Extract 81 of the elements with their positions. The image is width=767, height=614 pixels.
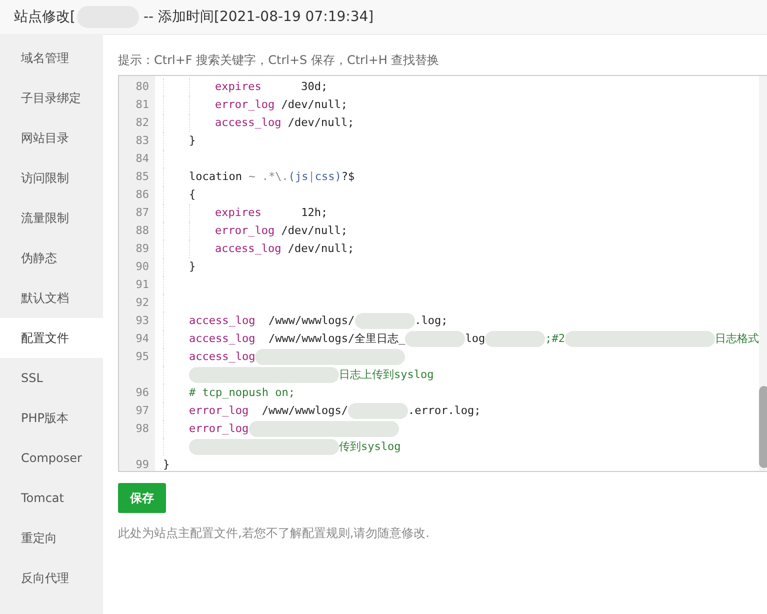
- code-editor[interactable]: [118, 75, 767, 472]
- line-number: 80: [136, 80, 149, 93]
- code-token: expires: [215, 205, 262, 221]
- code-token: expires: [215, 79, 262, 95]
- code-text: /dev/null;: [286, 115, 354, 131]
- line-number: 93: [136, 314, 149, 327]
- line-number: 92: [136, 296, 149, 309]
- code-token: error_log: [189, 403, 249, 419]
- code-text: }: [163, 457, 170, 471]
- code-token: access_log: [189, 313, 256, 329]
- window-title: 站点修改[: [14, 8, 76, 26]
- code-token: (js: [288, 169, 308, 185]
- code-token: error_log: [215, 223, 275, 239]
- code-text: 30d;: [300, 79, 328, 95]
- code-comment: # tcp_nopush on;: [189, 385, 295, 401]
- sidebar-item[interactable]: 访问限制: [0, 158, 103, 198]
- line-number: 95: [136, 350, 149, 363]
- code-token: error_log: [215, 97, 275, 113]
- sidebar-item[interactable]: 子目录绑定: [0, 78, 103, 118]
- code-text: /dev/null;: [280, 223, 348, 239]
- code-text: /www/wwwlogs/全里日志_: [267, 331, 406, 347]
- sidebar-item[interactable]: 网站目录: [0, 118, 103, 158]
- code-token: error_log: [189, 421, 249, 437]
- code-token: access_log: [189, 349, 256, 365]
- sidebar-item[interactable]: 伪静态: [0, 238, 103, 278]
- code-comment: 日志格式: [714, 331, 759, 347]
- code-text: log: [465, 331, 486, 347]
- line-number: 87: [136, 206, 149, 219]
- line-number: 94: [136, 332, 149, 345]
- line-number: 97: [136, 404, 149, 417]
- sidebar-item[interactable]: PHP版本: [0, 398, 103, 438]
- sidebar-item[interactable]: 域名管理: [0, 38, 103, 78]
- code-text: .log;: [414, 313, 448, 329]
- sidebar-item[interactable]: 配置文件: [0, 318, 103, 358]
- sidebar-item[interactable]: 默认文档: [0, 278, 103, 318]
- line-number: 91: [136, 278, 149, 291]
- code-token: access_log: [189, 331, 256, 347]
- redaction-blur: [354, 313, 415, 329]
- line-number: 83: [136, 134, 149, 147]
- sidebar-item[interactable]: SSL: [0, 358, 103, 398]
- code-token: |: [308, 169, 315, 185]
- sidebar-item[interactable]: Tomcat: [0, 478, 103, 518]
- line-number: 84: [136, 152, 149, 165]
- code-text: /www/wwwlogs/: [260, 403, 348, 419]
- code-text: /dev/null;: [286, 241, 354, 257]
- sidebar-item[interactable]: Composer: [0, 438, 103, 478]
- line-number: 88: [136, 224, 149, 237]
- redaction-blur: [485, 331, 546, 347]
- redaction-blur: [348, 403, 408, 419]
- note-text: 此处为站点主配置文件,若您不了解配置规则,请勿随意修改.: [118, 525, 430, 542]
- code-text: ?$: [341, 169, 355, 185]
- redaction-blur: [405, 331, 466, 347]
- line-number: 82: [136, 116, 149, 129]
- line-number: 99: [136, 458, 149, 471]
- window-title: -- 添加时间[2021-08-19 07:19:34]: [143, 8, 374, 26]
- code-text: }: [189, 133, 196, 149]
- code-text: /dev/null;: [280, 97, 348, 113]
- code-comment: 传到syslog: [339, 439, 401, 455]
- line-number: 85: [136, 170, 149, 183]
- line-number: 81: [136, 98, 149, 111]
- code-comment: ;#2: [545, 331, 565, 347]
- sidebar-item[interactable]: 流量限制: [0, 198, 103, 238]
- line-number: 90: [136, 260, 149, 273]
- code-comment: 日志上传到syslog: [339, 367, 434, 383]
- code-token: ~ .*\.: [248, 169, 288, 185]
- sidebar-item[interactable]: 重定向: [0, 518, 103, 558]
- code-text: /www/wwwlogs/: [267, 313, 355, 329]
- code-text: location: [189, 169, 243, 185]
- line-number: 96: [136, 386, 149, 399]
- sidebar-item[interactable]: 反向代理: [0, 558, 103, 598]
- code-token: css): [314, 169, 342, 185]
- code-text: 12h;: [300, 205, 328, 221]
- line-number: 86: [136, 188, 149, 201]
- code-text: }: [189, 259, 196, 275]
- line-number: 98: [136, 422, 149, 435]
- code-token: access_log: [215, 115, 282, 131]
- code-token: access_log: [215, 241, 282, 257]
- code-text: .error.log;: [408, 403, 481, 419]
- code-text: {: [189, 187, 196, 203]
- line-number: 89: [136, 242, 149, 255]
- hint-text: 提示：Ctrl+F 搜索关键字，Ctrl+S 保存，Ctrl+H 查找替换: [118, 52, 440, 69]
